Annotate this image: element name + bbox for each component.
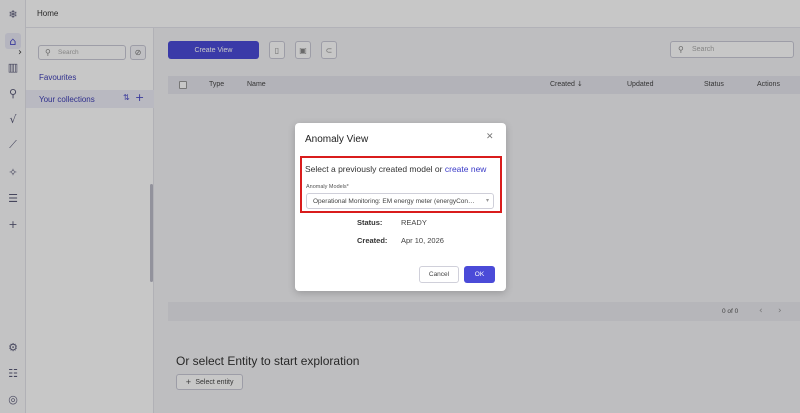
ok-button[interactable]: OK bbox=[464, 266, 495, 283]
created-label: Created: bbox=[357, 236, 388, 245]
anomaly-models-label: Anomaly Models* bbox=[306, 184, 349, 190]
cancel-button[interactable]: Cancel bbox=[419, 266, 459, 283]
selected-model-value: Operational Monitoring: EM energy meter … bbox=[313, 198, 475, 205]
status-label: Status: bbox=[357, 218, 383, 227]
dialog-prompt: Select a previously created model or cre… bbox=[305, 164, 486, 174]
dialog-title: Anomaly View bbox=[305, 134, 369, 145]
chevron-down-icon: ▾ bbox=[486, 197, 490, 204]
anomaly-models-select[interactable]: Operational Monitoring: EM energy meter … bbox=[306, 193, 494, 209]
created-value: Apr 10, 2026 bbox=[401, 236, 444, 245]
status-value: READY bbox=[401, 218, 427, 227]
anomaly-view-dialog: Anomaly View ✕ Select a previously creat… bbox=[295, 123, 506, 291]
close-icon[interactable]: ✕ bbox=[486, 132, 494, 142]
prompt-text: Select a previously created model or bbox=[305, 164, 445, 174]
create-new-link[interactable]: create new bbox=[445, 164, 487, 174]
